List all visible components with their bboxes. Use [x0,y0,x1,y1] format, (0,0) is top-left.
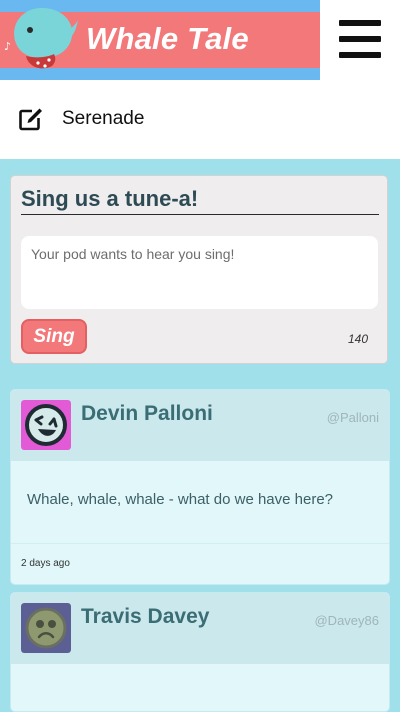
feed-item-body: Whale, whale, whale - what do we have he… [11,461,389,543]
laughing-face-avatar-icon[interactable] [21,400,71,450]
app-header: ♪ Whale Tale [0,0,400,80]
author-handle[interactable]: @Davey86 [314,613,379,628]
post-text: Whale, whale, whale - what do we have he… [27,491,334,508]
feed-item-header: Travis Davey @Davey86 [11,593,389,664]
sad-face-avatar-icon[interactable] [21,603,71,653]
author-name[interactable]: Travis Davey [81,605,209,629]
compose-box: Sing us a tune-a! Sing 140 [10,175,388,364]
nav-item-serenade[interactable]: Serenade [18,104,144,134]
brand-banner[interactable]: ♪ Whale Tale [0,0,320,80]
author-name[interactable]: Devin Palloni [81,402,213,426]
svg-text:♪: ♪ [4,40,11,53]
author-handle[interactable]: @Palloni [327,410,379,425]
divider [21,214,379,215]
hamburger-menu-icon[interactable] [339,20,381,58]
char-count: 140 [347,332,368,346]
feed-item: Travis Davey @Davey86 [10,592,390,712]
song-input[interactable] [21,236,378,309]
compose-title: Sing us a tune-a! [21,186,199,211]
feed-item: Devin Palloni @Palloni Whale, whale, wha… [10,389,390,585]
feed-item-header: Devin Palloni @Palloni [11,390,389,461]
nav-item-label: Serenade [62,108,145,129]
whale-logo-icon: ♪ [4,7,78,69]
edit-icon [19,108,42,131]
timestamp: 2 days ago [21,558,70,569]
nav-bar: Serenade [0,80,400,159]
sing-button[interactable]: Sing [21,319,87,354]
feed-item-footer: 2 days ago [11,543,389,584]
app-title: Whale Tale [86,21,249,56]
